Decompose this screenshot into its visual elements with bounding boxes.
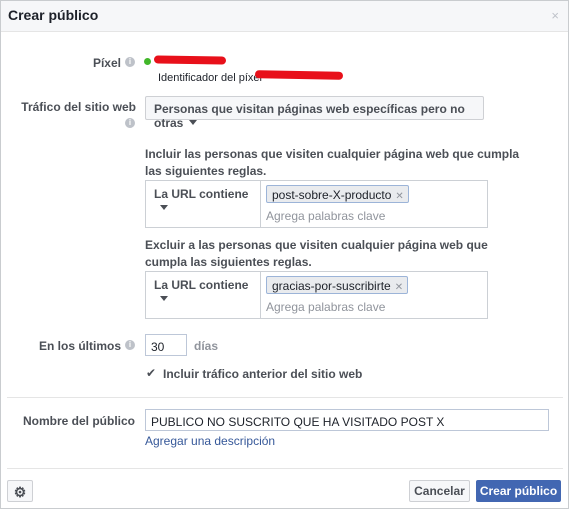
include-rule-text: Incluir las personas que visiten cualqui… [145,147,520,178]
dialog-header: Crear público × [1,1,568,32]
pixel-id-label: Identificador del píxel [158,72,262,84]
include-rule-box: La URL contiene post-sobre-X-producto ✕ [145,180,488,228]
info-icon[interactable]: i [125,57,135,67]
settings-button[interactable]: ⚙ [7,480,33,502]
divider [7,397,563,398]
exclude-keyword-token: gracias-por-suscribirte ✕ [266,276,409,294]
create-audience-dialog: Crear público × Píxel i Identificador de… [0,0,569,509]
token-text: post-sobre-X-producto [272,188,392,202]
redacted-pixel-name [153,55,227,65]
gear-icon: ⚙ [13,483,27,500]
exclude-keyword-input[interactable] [266,299,466,315]
close-icon[interactable]: × [551,8,559,23]
include-keyword-input[interactable] [266,208,466,224]
include-condition-select[interactable]: La URL contiene [146,181,261,227]
create-audience-button[interactable]: Crear público [476,480,561,502]
audience-name-input[interactable] [145,409,549,431]
traffic-select[interactable]: Personas que visitan páginas web específ… [145,96,484,130]
traffic-label: Tráfico del sitio web [21,100,136,114]
token-text: gracias-por-suscribirte [272,279,391,293]
chevron-down-icon [189,120,198,125]
include-condition-value: La URL contiene [154,187,249,201]
remove-token-icon[interactable]: ✕ [395,282,403,293]
include-past-traffic-checkbox[interactable]: ✔ [146,366,156,380]
audience-name-label: Nombre del público [22,414,135,428]
retention-label: En los últimos [38,339,121,353]
pixel-label: Píxel [92,56,121,70]
redacted-pixel-id [254,70,344,80]
dialog-title: Crear público [8,7,99,23]
chevron-down-icon [160,296,168,301]
retention-days-input[interactable] [145,334,187,356]
cancel-button[interactable]: Cancelar [409,480,470,502]
info-icon[interactable]: i [125,340,135,350]
remove-token-icon[interactable]: ✕ [395,191,403,202]
exclude-rule-box: La URL contiene gracias-por-suscribirte ✕ [145,271,488,319]
info-icon[interactable]: i [125,118,135,128]
include-past-traffic-label: Incluir tráfico anterior del sitio web [163,367,363,381]
retention-unit: días [194,339,219,353]
chevron-down-icon [160,205,168,210]
divider [7,468,563,469]
include-keyword-token: post-sobre-X-producto ✕ [266,185,409,203]
add-description-link[interactable]: Agregar una descripción [145,434,275,448]
exclude-rule-text: Excluir a las personas que visiten cualq… [145,238,488,269]
exclude-condition-value: La URL contiene [154,278,249,292]
pixel-status-dot [144,58,151,65]
exclude-condition-select[interactable]: La URL contiene [146,272,261,318]
traffic-select-value: Personas que visitan páginas web específ… [154,102,465,130]
